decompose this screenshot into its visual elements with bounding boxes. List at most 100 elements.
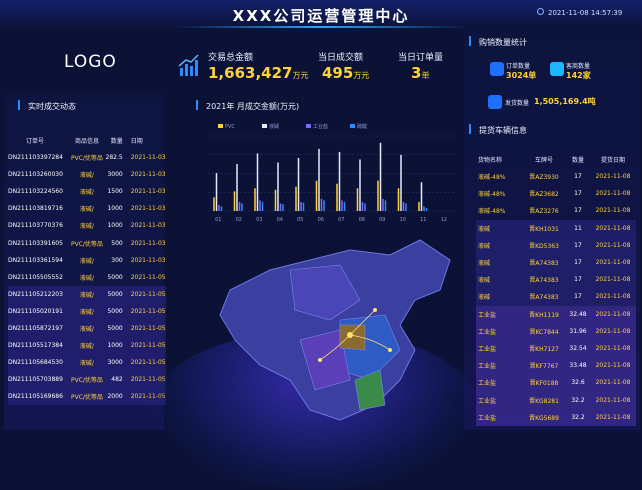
cell-qty: 1000 bbox=[107, 205, 123, 213]
legend-label: PVC bbox=[225, 124, 235, 130]
table-row[interactable]: DN211103819716 液碱/1000 2021-11-03 bbox=[8, 200, 166, 217]
table-row[interactable]: 工业盐 晋KF0188 32.6 2021-11-08 bbox=[476, 374, 636, 392]
vehicle-table: 货物名称 车牌号 数量 提货日期 液碱-48% 晋AZ3930 17 2021-11-… bbox=[476, 150, 636, 426]
cell-order: DN211103391605 bbox=[8, 239, 63, 247]
cell-goods: 液碱 bbox=[478, 225, 491, 233]
table-row[interactable]: 液碱-48% 晋AZ3930 17 2021-11-08 bbox=[476, 168, 636, 185]
bar-工业盐-10 bbox=[402, 201, 405, 211]
kpi-daily-orders: 3单 bbox=[411, 63, 429, 82]
cell-date: 2021-11-03 bbox=[130, 222, 166, 230]
bar-液碱-03 bbox=[256, 153, 259, 211]
bar-PVC-07 bbox=[336, 183, 338, 211]
cell-date: 2021-11-08 bbox=[595, 173, 631, 181]
cell-goods: 液碱/ bbox=[79, 308, 94, 316]
table-row[interactable]: 液碱 晋A74383 17 2021-11-08 bbox=[476, 288, 636, 306]
table-row[interactable]: DN211103224560 液碱/1500 2021-11-03 bbox=[8, 183, 166, 200]
bar-液碱-09 bbox=[379, 142, 382, 211]
bar-硫酸-09 bbox=[384, 200, 387, 211]
cell-date: 2021-11-05 bbox=[130, 324, 166, 332]
cell-plate: 晋KH1031 bbox=[529, 225, 559, 233]
orders-value: 3024单 bbox=[506, 71, 537, 80]
cell-qty: 3000 bbox=[107, 359, 123, 367]
cell-date: 2021-11-08 bbox=[595, 396, 631, 404]
table-row[interactable]: 液碱 晋KH1031 11 2021-11-08 bbox=[476, 219, 636, 237]
table-row[interactable]: 工业盐 晋KG5689 32.2 2021-11-08 bbox=[476, 408, 636, 426]
table-row[interactable]: DN211103391605 PVC/优等品 500 2021-11-03 bbox=[8, 234, 166, 251]
table-row[interactable]: DN211105505552 液碱/5000 2021-11-05 bbox=[8, 269, 166, 286]
table-row[interactable]: DN211103397284 PVC/优等品 282.5 2021-11-03 bbox=[8, 149, 166, 166]
cell-qty: 11 bbox=[574, 224, 582, 232]
cell-qty: 32.6 bbox=[571, 379, 585, 387]
table-row[interactable]: DN211105169686 PVC/优等品 2000 2021-11-05 bbox=[8, 388, 166, 406]
customers-label: 客商数量 bbox=[566, 63, 591, 70]
cell-goods: 液碱/ bbox=[79, 360, 94, 368]
bar-PVC-04 bbox=[274, 189, 277, 211]
kpi-daily-amount-label: 当日成交额 bbox=[318, 53, 364, 63]
cell-goods: 工业盐 bbox=[478, 397, 497, 405]
cell-qty: 17 bbox=[574, 259, 582, 267]
table-row[interactable]: DN211105020191 液碱/5000 2021-11-05 bbox=[8, 302, 166, 320]
table-row[interactable]: DN211103361594 液碱/300 2021-11-03 bbox=[8, 252, 166, 269]
cell-goods: 液碱 bbox=[478, 260, 491, 268]
x-tick-label: 03 bbox=[256, 217, 262, 223]
cell-plate: 晋AZ3276 bbox=[529, 208, 559, 216]
table-row[interactable]: 液碱-48% 晋AZ3682 17 2021-11-08 bbox=[476, 185, 636, 202]
table-row[interactable]: DN211105684530 液碱/3000 2021-11-05 bbox=[8, 354, 166, 372]
cell-qty: 17 bbox=[574, 276, 582, 284]
table-row[interactable]: 工业盐 晋KH7127 32.54 2021-11-08 bbox=[476, 339, 636, 358]
cell-qty: 282.5 bbox=[105, 154, 123, 162]
table-row[interactable]: 液碱 晋KD5363 17 2021-11-08 bbox=[476, 236, 636, 254]
chart-title: 2021年 月成交金额(万元) bbox=[206, 102, 300, 111]
table-row[interactable]: 工业盐 晋KC7844 31.96 2021-11-08 bbox=[476, 322, 636, 340]
x-tick-label: 08 bbox=[359, 217, 365, 223]
table-row[interactable]: 工业盐 晋KG8281 32.2 2021-11-08 bbox=[476, 391, 636, 409]
table-row[interactable]: 液碱 晋A74383 17 2021-11-08 bbox=[476, 253, 636, 272]
cell-plate: 晋A74383 bbox=[529, 277, 559, 285]
col-goods: 商品信息 bbox=[74, 137, 99, 145]
cell-date: 2021-11-05 bbox=[130, 290, 166, 298]
col-goods: 货物名称 bbox=[478, 156, 503, 164]
bar-硫酸-02 bbox=[241, 203, 243, 211]
cell-order: DN211105872197 bbox=[8, 324, 63, 332]
kpi-daily-orders-value: 3 bbox=[411, 64, 422, 82]
kpi-total-value: 1,663,427 bbox=[208, 64, 293, 82]
bar-硫酸-10 bbox=[405, 203, 407, 211]
company-logo: LOGO bbox=[64, 52, 117, 72]
table-row[interactable]: 液碱-48% 晋AZ3276 17 2021-11-08 bbox=[476, 202, 636, 219]
legend-swatch bbox=[350, 124, 355, 128]
bar-工业盐-11 bbox=[423, 206, 425, 211]
x-tick-label: 09 bbox=[379, 217, 385, 223]
table-row[interactable]: DN211103260030 液碱/3000 2021-11-03 bbox=[8, 166, 166, 183]
col-order: 订单号 bbox=[26, 137, 45, 145]
table-row[interactable]: DN211103770376 液碱/1000 2021-11-03 bbox=[8, 217, 166, 234]
table-row[interactable]: 工业盐 晋KH1119 32.48 2021-11-08 bbox=[476, 305, 636, 323]
bar-硫酸-11 bbox=[425, 207, 428, 211]
table-row[interactable]: 工业盐 晋KF7767 33.48 2021-11-08 bbox=[476, 357, 636, 375]
cell-plate: 晋KF0188 bbox=[529, 380, 559, 388]
cell-goods: 工业盐 bbox=[478, 345, 497, 353]
table-row[interactable]: 液碱 晋A74383 17 2021-11-08 bbox=[476, 271, 636, 289]
realtime-deals-title: 实时成交动态 bbox=[28, 102, 76, 111]
legend-swatch bbox=[218, 124, 223, 128]
title-underline bbox=[175, 26, 467, 28]
table-row[interactable]: DN211105872197 液碱/5000 2021-11-05 bbox=[8, 319, 166, 338]
china-map bbox=[219, 239, 451, 421]
bar-工业盐-09 bbox=[382, 198, 384, 211]
bar-液碱-01 bbox=[215, 173, 218, 211]
cell-goods: PVC/优等品 bbox=[70, 394, 103, 402]
cell-goods: 液碱/ bbox=[79, 223, 94, 231]
col-date: 提货日期 bbox=[600, 156, 625, 164]
deals-table: 订单号 商品信息 数量 日期 DN211103397284 PVC/优等品 282.… bbox=[8, 131, 166, 406]
cell-date: 2021-11-08 bbox=[595, 344, 631, 352]
kpi-total-label: 交易总金额 bbox=[208, 53, 254, 63]
cell-order: DN211105517384 bbox=[8, 342, 63, 350]
cell-goods: PVC/优等品 bbox=[70, 155, 103, 163]
x-tick-label: 07 bbox=[338, 217, 344, 223]
vehicle-table-header: 货物名称 车牌号 数量 提货日期 bbox=[476, 150, 636, 168]
order-icon bbox=[490, 62, 504, 76]
cell-plate: 晋KH1119 bbox=[529, 311, 559, 319]
orders-label: 订单数量 bbox=[506, 63, 531, 70]
table-row[interactable]: DN211105212203 液碱/5000 2021-11-05 bbox=[8, 285, 166, 303]
table-row[interactable]: DN211105703889 PVC/优等品 482 2021-11-05 bbox=[8, 371, 166, 389]
table-row[interactable]: DN211105517384 液碱/1000 2021-11-05 bbox=[8, 337, 166, 355]
